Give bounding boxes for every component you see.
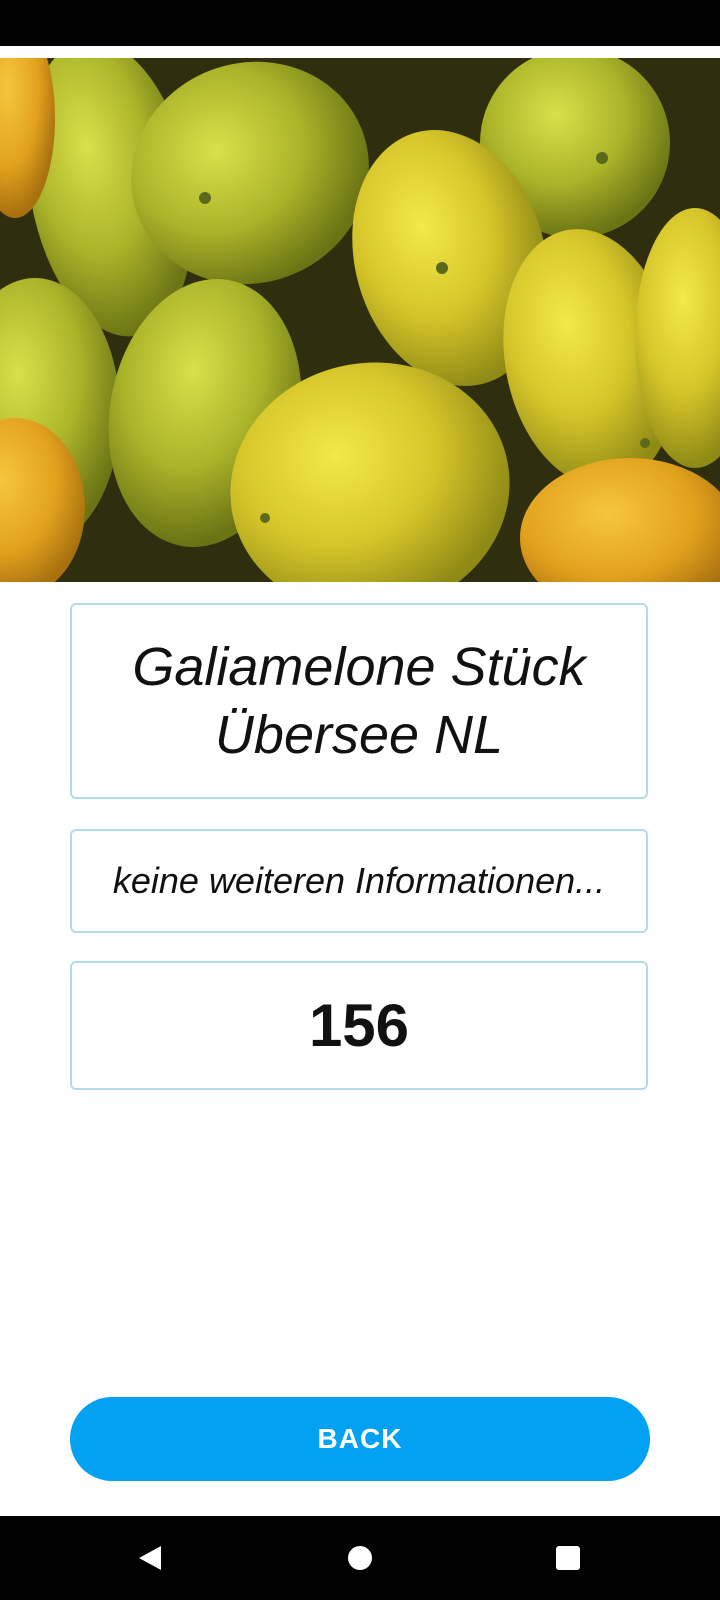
- product-name-line-2: Übersee NL: [214, 705, 504, 765]
- system-navigation-bar: [0, 1516, 720, 1600]
- product-name: Galiamelone Stück Übersee NL: [99, 633, 619, 769]
- product-name-card: Galiamelone Stück Übersee NL: [70, 603, 648, 799]
- nav-back-button[interactable]: [100, 1516, 200, 1600]
- status-bar: [0, 0, 720, 46]
- product-number-card: 156: [70, 961, 648, 1090]
- nav-home-button[interactable]: [310, 1516, 410, 1600]
- product-info-card: keine weiteren Informationen...: [70, 829, 648, 933]
- product-info: keine weiteren Informationen...: [112, 860, 606, 901]
- back-button[interactable]: BACK: [70, 1397, 650, 1481]
- back-triangle-icon: [139, 1546, 161, 1570]
- product-name-line-1: Galiamelone Stück: [132, 637, 586, 697]
- product-number: 156: [308, 992, 410, 1059]
- melon-photo-illustration: [0, 58, 720, 582]
- home-circle-icon: [348, 1546, 372, 1570]
- recents-square-icon: [556, 1546, 580, 1570]
- nav-recents-button[interactable]: [518, 1516, 618, 1600]
- product-image: [0, 58, 720, 582]
- product-detail-screen: Galiamelone Stück Übersee NL keine weite…: [0, 0, 720, 1600]
